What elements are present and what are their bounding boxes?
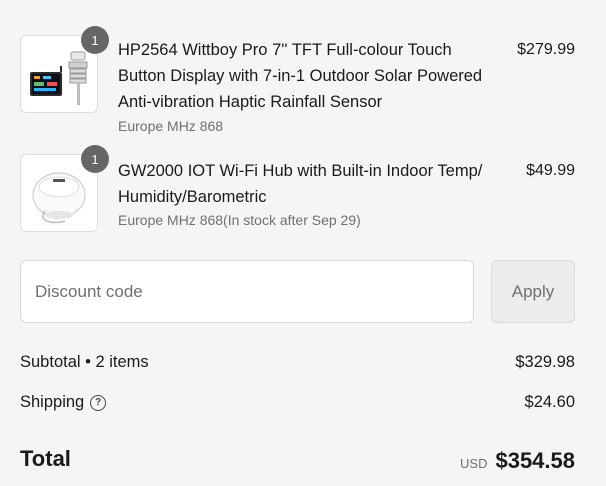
subtotal-label: Subtotal • 2 items <box>20 353 149 371</box>
line-item: 1 GW2000 IOT Wi-Fi Hub with Built-in Ind… <box>20 145 575 234</box>
total-value: $354.58 <box>495 448 575 473</box>
apply-discount-button[interactable]: Apply <box>491 260 575 323</box>
product-title: HP2564 Wittboy Pro 7'' TFT Full-colour T… <box>118 41 483 111</box>
subtotal-value: $329.98 <box>515 353 575 371</box>
shipping-value: $24.60 <box>524 393 575 411</box>
currency-code: USD <box>460 456 488 471</box>
product-price: $49.99 <box>526 162 575 179</box>
shipping-row: Shipping? <box>20 393 107 412</box>
discount-code-input[interactable] <box>20 260 474 323</box>
product-variant: Europe MHz 868(In stock after Sep 29) <box>118 212 361 228</box>
line-item: 1 HP2564 Wittboy Pro 7'' TFT Full-colour… <box>20 26 575 135</box>
product-variant: Europe MHz 868 <box>118 118 224 134</box>
product-price: $279.99 <box>517 41 575 58</box>
shipping-label: Shipping <box>20 393 85 411</box>
quantity-badge: 1 <box>81 145 109 173</box>
help-icon[interactable]: ? <box>90 394 107 411</box>
total-amount-group: USD $354.58 <box>460 448 575 474</box>
total-label: Total <box>20 446 71 471</box>
quantity-badge: 1 <box>81 26 109 54</box>
product-title: GW2000 IOT Wi-Fi Hub with Built-in Indoo… <box>118 162 483 206</box>
